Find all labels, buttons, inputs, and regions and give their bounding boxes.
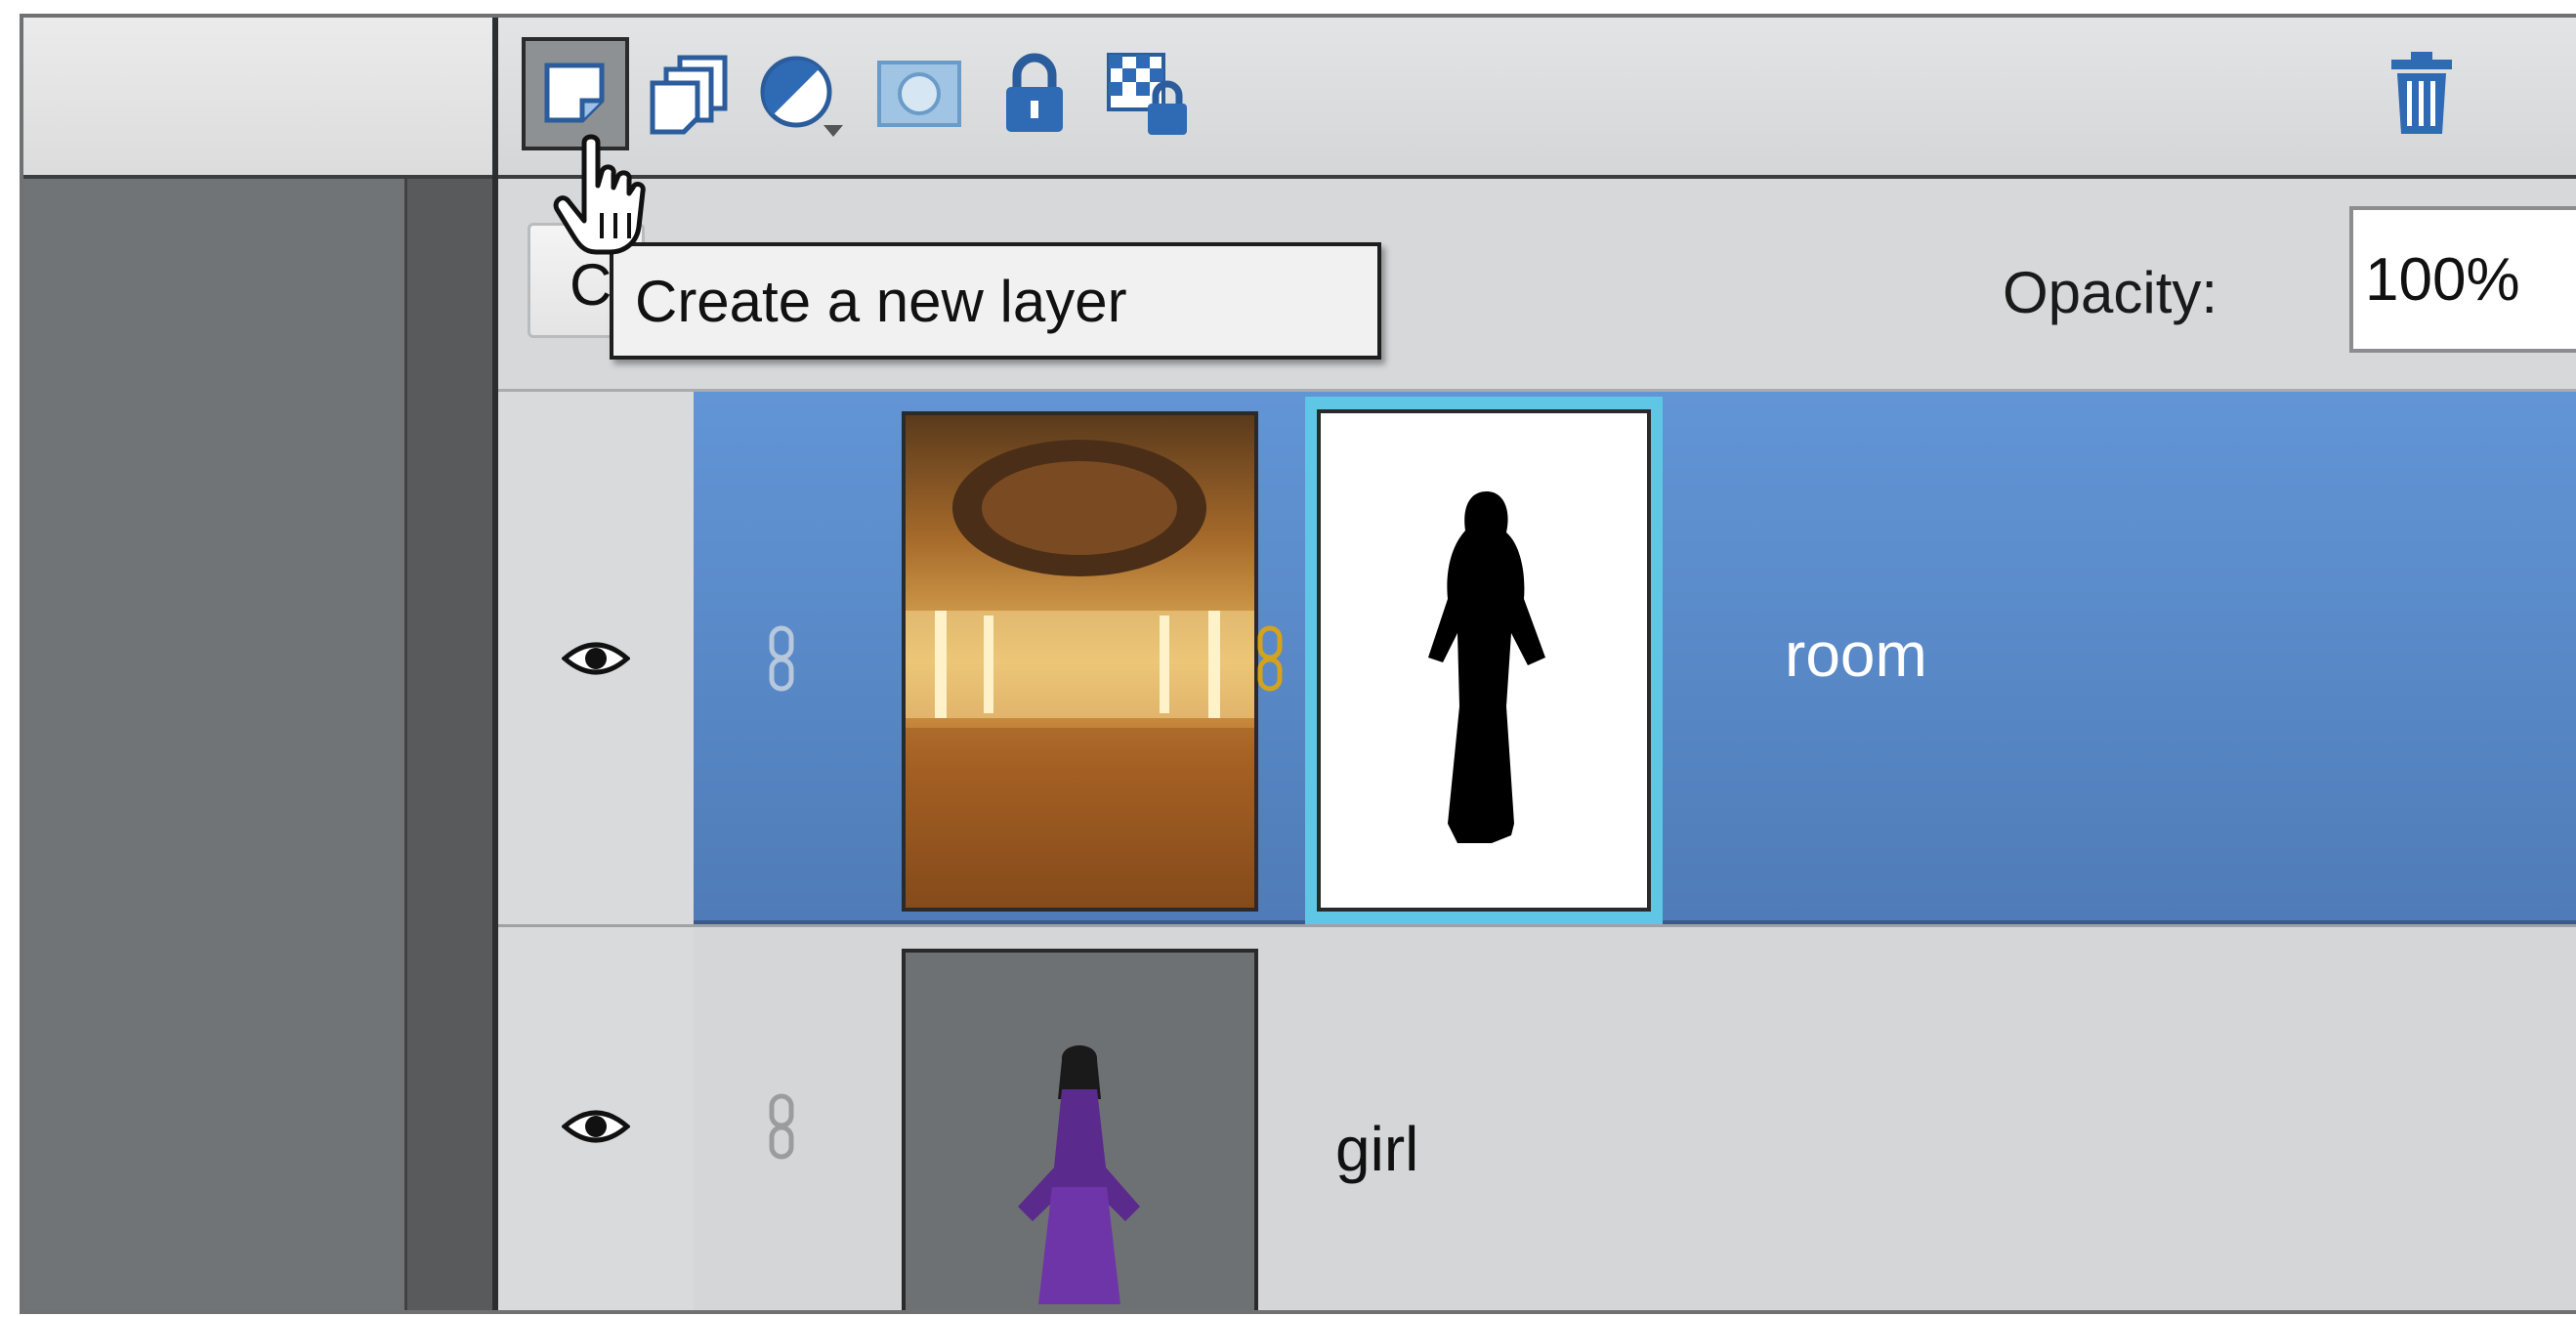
new-layer-tooltip: Create a new layer [610, 242, 1381, 360]
woman-silhouette-mask [1428, 491, 1545, 843]
opacity-label: Opacity: [2003, 260, 2218, 325]
mask-link-toggle[interactable] [1246, 392, 1294, 924]
chain-link-icon [769, 625, 794, 691]
panel-left-area [23, 179, 404, 1310]
eye-icon [562, 642, 630, 674]
layer-row-girl[interactable]: girl [498, 924, 2576, 1310]
link-toggle-girl[interactable] [694, 927, 869, 1310]
layer-thumbnail-girl [902, 949, 1258, 1310]
adjustment-layer-icon [760, 56, 843, 137]
layer-row-room[interactable]: room [498, 392, 2576, 924]
delete-layer-button[interactable] [2368, 37, 2475, 150]
lock-transparency-button[interactable] [1096, 37, 1204, 150]
ballroom-image [906, 415, 1254, 908]
layers-panel: C Opacity: 100% room girl Create a new l… [20, 14, 2576, 1314]
chain-link-icon [1257, 625, 1283, 691]
visibility-toggle-girl[interactable] [498, 927, 694, 1310]
opacity-input[interactable]: 100% [2349, 206, 2576, 353]
adjustment-layer-button[interactable] [750, 37, 858, 150]
layers-toolbar [498, 18, 2576, 179]
trash-icon [2391, 52, 2452, 134]
panel-header-left [23, 18, 492, 179]
link-toggle-room[interactable] [694, 392, 869, 924]
eye-icon [562, 1110, 630, 1142]
layer-name-room[interactable]: room [1785, 618, 1927, 691]
layer-name-girl[interactable]: girl [1335, 1113, 1418, 1185]
blend-mode-value: C [570, 252, 612, 318]
visibility-toggle-room[interactable] [498, 392, 694, 924]
lock-transparency-icon [1107, 53, 1187, 135]
chain-link-icon [769, 1093, 794, 1159]
duplicate-layers-icon [650, 55, 728, 135]
lock-all-icon [1006, 53, 1063, 132]
layer-mask-icon [877, 61, 961, 127]
layer-mask-thumbnail-room[interactable] [1317, 409, 1651, 912]
panel-left-strip [404, 179, 492, 1310]
layer-mask-button[interactable] [866, 37, 973, 150]
lock-all-button[interactable] [981, 37, 1088, 150]
new-layer-icon [544, 63, 605, 123]
girl-in-purple-dress-image [1018, 1045, 1140, 1304]
hand-cursor-icon [553, 134, 646, 255]
layer-thumbnail-room [902, 411, 1258, 912]
